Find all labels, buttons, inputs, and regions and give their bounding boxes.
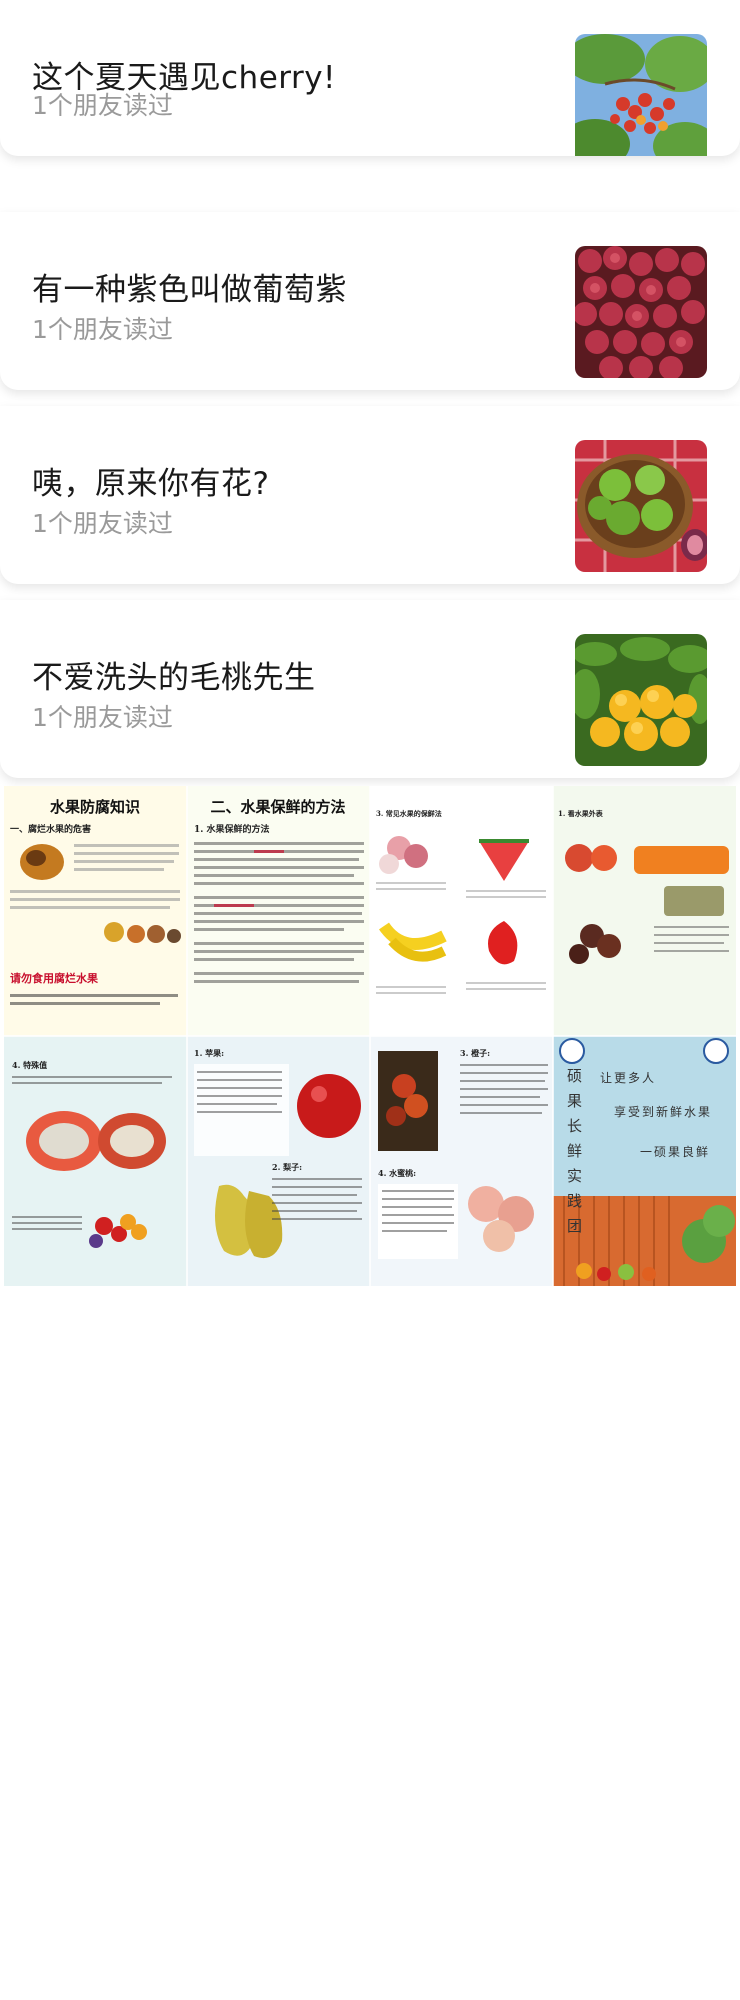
article-card-cherry[interactable]: 这个夏天遇见cherry! 1个朋友读过 bbox=[0, 0, 740, 156]
poster-vchar-6: 团 bbox=[567, 1217, 582, 1235]
panel7-heading2: 4. 水蜜桃: bbox=[378, 1168, 416, 1178]
poster-vchar-0: 硕 bbox=[567, 1067, 582, 1085]
panel7-heading1: 3. 橙子: bbox=[460, 1048, 490, 1058]
panel2-heading: 1. 水果保鲜的方法 bbox=[194, 823, 270, 835]
panel3-heading: 3. 常见水果的保鲜法 bbox=[376, 809, 442, 818]
panel1-heading: 一、腐烂水果的危害 bbox=[10, 823, 91, 835]
poster-slogan-line1: 让更多人 bbox=[600, 1071, 656, 1085]
fruit-poster-collage: 水果防腐知识 一、腐烂水果的危害 请勿食用腐烂水果 二、水果保鲜的方法 1. 水… bbox=[4, 786, 736, 1286]
article-title: 咦，原来你有花? bbox=[32, 466, 270, 502]
peach-photo-icon bbox=[575, 634, 707, 766]
article-title: 有一种紫色叫做葡萄紫 bbox=[32, 272, 347, 308]
article-card-peach[interactable]: 不爱洗头的毛桃先生 1个朋友读过 bbox=[0, 600, 740, 778]
fig-photo-icon bbox=[575, 440, 707, 572]
cherry-photo-icon bbox=[575, 34, 707, 156]
article-readers: 1个朋友读过 bbox=[32, 703, 173, 732]
panel6-heading2: 2. 梨子: bbox=[272, 1162, 302, 1172]
panel2-title: 二、水果保鲜的方法 bbox=[210, 798, 345, 816]
poster-slogan-line3: 一硕果良鲜 bbox=[640, 1144, 710, 1159]
article-readers: 1个朋友读过 bbox=[32, 91, 173, 120]
poster-slogan-line2: 享受到新鲜水果 bbox=[614, 1104, 712, 1119]
grape-photo-icon bbox=[575, 246, 707, 378]
article-title: 不爱洗头的毛桃先生 bbox=[32, 660, 316, 696]
panel4-heading: 1. 看水果外表 bbox=[558, 809, 604, 818]
article-card-grape[interactable]: 有一种紫色叫做葡萄紫 1个朋友读过 bbox=[0, 212, 740, 390]
article-readers: 1个朋友读过 bbox=[32, 315, 173, 344]
article-card-fig[interactable]: 咦，原来你有花? 1个朋友读过 bbox=[0, 406, 740, 584]
poster-vchar-1: 果 bbox=[567, 1092, 582, 1110]
panel1-title: 水果防腐知识 bbox=[50, 798, 140, 816]
poster-vchar-4: 实 bbox=[567, 1167, 582, 1185]
panel1-foot: 请勿食用腐烂水果 bbox=[10, 971, 98, 985]
panel5-heading: 4. 特殊值 bbox=[12, 1060, 47, 1070]
article-readers: 1个朋友读过 bbox=[32, 509, 173, 538]
poster-vchar-5: 践 bbox=[567, 1192, 582, 1210]
panel6-heading1: 1. 苹果: bbox=[194, 1048, 224, 1058]
poster-vchar-3: 鲜 bbox=[567, 1142, 582, 1160]
poster-vchar-2: 长 bbox=[567, 1117, 582, 1135]
